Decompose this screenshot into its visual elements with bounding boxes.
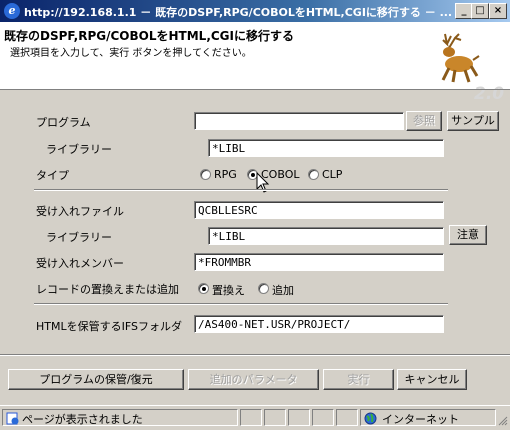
status-panel-4 [312,409,334,426]
footer-divider [0,354,510,356]
record-mode-option-add: 追加 [272,284,294,297]
receive-library-label: ライブラリー [46,231,112,244]
additional-params-button[interactable]: 追加のパラメータ [188,369,319,390]
note-button[interactable]: 注意 [449,225,487,245]
page-icon [6,412,19,425]
receive-member-label: 受け入れメンバー [36,257,124,270]
type-radio-clp[interactable] [308,169,319,180]
save-restore-button[interactable]: プログラムの保管/復元 [8,369,184,390]
receive-member-input[interactable]: *FROMMBR [194,253,444,271]
window-title: http://192.168.1.1 － 既存のDSPF,RPG/COBOLをH… [24,6,453,19]
type-radio-rpg[interactable] [200,169,211,180]
section-divider-1 [34,189,448,191]
program-input[interactable] [194,112,404,130]
execute-button[interactable]: 実行 [323,369,394,390]
header-divider [0,89,510,90]
record-mode-radio-add[interactable] [258,283,269,294]
cancel-button[interactable]: キャンセル [397,369,467,390]
record-mode-option-replace: 置換え [212,284,245,297]
receive-file-label: 受け入れファイル [36,205,124,218]
program-library-input[interactable]: *LIBL [208,139,444,157]
sample-button[interactable]: サンプル [447,111,499,131]
maximize-button[interactable]: □ [471,3,489,19]
browser-icon: e [4,3,20,19]
logo-version: 2.0 [474,84,505,104]
status-panel-3 [288,409,310,426]
window-titlebar[interactable]: e http://192.168.1.1 － 既存のDSPF,RPG/COBOL… [0,0,510,22]
receive-library-input[interactable]: *LIBL [208,227,444,245]
status-bar: ページが表示されました インターネット [0,405,510,430]
status-panel-2 [264,409,286,426]
ifs-folder-input[interactable]: /AS400-NET.USR/PROJECT/ [194,315,444,333]
globe-icon [364,412,377,425]
record-mode-radio-replace[interactable] [198,283,209,294]
page-title: 既存のDSPF,RPG/COBOLをHTML,CGIに移行する [4,29,294,43]
reindeer-logo-icon [441,33,480,83]
security-zone: インターネット [382,413,459,426]
page-header: 既存のDSPF,RPG/COBOLをHTML,CGIに移行する 選択項目を入力し… [0,22,510,104]
ifs-folder-label: HTMLを保管するIFSフォルダ [36,320,182,333]
page-instructions: 選択項目を入力して、実行 ボタンを押してください。 [10,48,252,59]
program-label: プログラム [36,116,91,129]
record-mode-label: レコードの置換えまたは追加 [36,283,179,296]
section-divider-2 [34,303,448,305]
status-panel-1 [240,409,262,426]
status-panel-5 [336,409,358,426]
resize-grip-icon[interactable] [496,414,508,426]
receive-file-input[interactable]: QCBLLESRC [194,201,444,219]
type-option-clp: CLP [322,168,343,181]
close-button[interactable]: × [489,3,507,19]
type-option-rpg: RPG [214,168,237,181]
type-label: タイプ [36,169,69,182]
program-library-label: ライブラリー [46,143,112,156]
status-message: ページが表示されました [22,413,143,426]
browse-button[interactable]: 参照 [406,111,442,131]
